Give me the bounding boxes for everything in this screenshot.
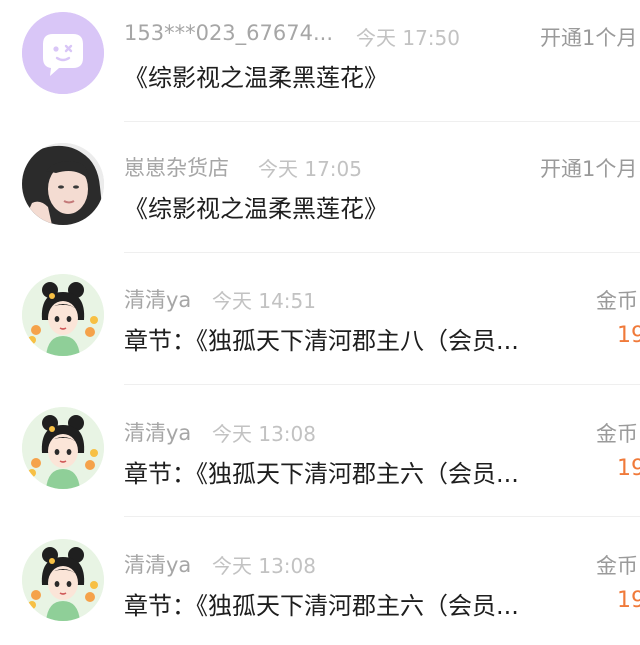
message-time: 今天 13:08 [212,554,316,578]
message-content: 《综影视之温柔黑莲花》 [124,195,388,223]
girl-photo-avatar[interactable] [22,143,104,225]
cartoon-girl-avatar[interactable] [22,539,104,621]
sender-name: 崽崽杂货店 [124,156,229,180]
subscription-label: 开通1个月 [540,157,638,181]
sender-name: 清清ya [124,553,192,577]
message-content: 《综影视之温柔黑莲花》 [124,64,388,92]
sender-name: 153***023_67674... [124,21,333,45]
message-time: 今天 17:05 [258,157,362,181]
coin-label: 金币 [596,554,638,578]
sender-name: 清清ya [124,421,192,445]
coin-label: 金币 [596,289,638,313]
message-time: 今天 14:51 [212,289,316,313]
message-time: 今天 17:50 [356,26,460,50]
list-item[interactable]: 清清ya 今天 13:08 金币 章节：《独孤天下清河郡主六（会员... 19 [0,517,640,645]
message-time: 今天 13:08 [212,422,316,446]
sender-name: 清清ya [124,288,192,312]
list-item[interactable]: 崽崽杂货店 今天 17:05 开通1个月 《综影视之温柔黑莲花》 [0,122,640,254]
list-item[interactable]: 清清ya 今天 13:08 金币 章节：《独孤天下清河郡主六（会员... 19 [0,385,640,517]
message-content: 章节：《独孤天下清河郡主八（会员... [124,327,519,355]
coin-amount: 19 [617,588,640,613]
message-content: 章节：《独孤天下清河郡主六（会员... [124,460,519,488]
message-content: 章节：《独孤天下清河郡主六（会员... [124,592,519,620]
list-item[interactable]: 清清ya 今天 14:51 金币 章节：《独孤天下清河郡主八（会员... 19 [0,253,640,385]
coin-amount: 19 [617,323,640,348]
cartoon-girl-avatar[interactable] [22,407,104,489]
coin-amount: 19 [617,456,640,481]
subscription-label: 开通1个月 [540,26,638,50]
cartoon-girl-avatar[interactable] [22,274,104,356]
message-list: 153***023_67674... 今天 17:50 开通1个月 《综影视之温… [0,0,640,645]
coin-label: 金币 [596,422,638,446]
list-item[interactable]: 153***023_67674... 今天 17:50 开通1个月 《综影视之温… [0,0,640,132]
default-chat-icon[interactable] [22,12,104,94]
